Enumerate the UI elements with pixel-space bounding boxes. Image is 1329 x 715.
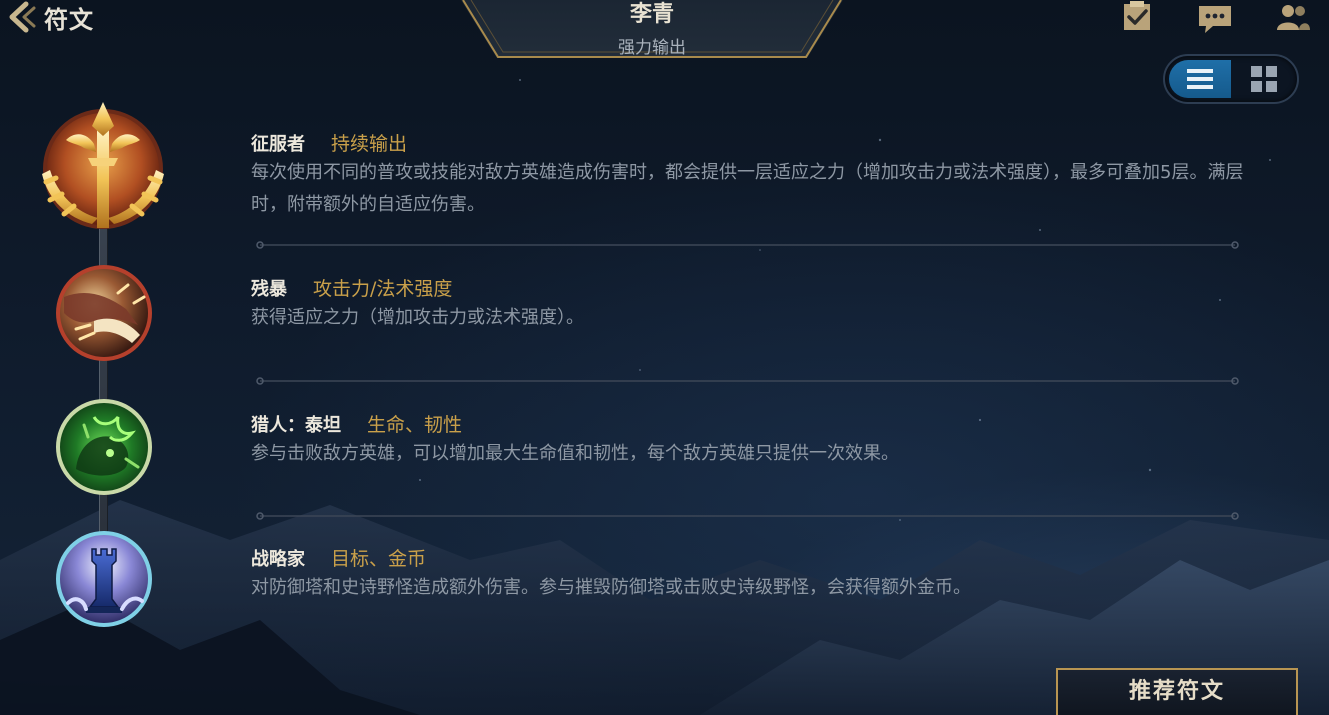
- conqueror-icon[interactable]: [36, 100, 170, 234]
- rune-name: 残暴: [251, 279, 287, 300]
- rune-name: 猎人：泰坦: [251, 415, 341, 436]
- list-view-button[interactable]: [1169, 60, 1231, 98]
- back-button[interactable]: 符文: [4, 0, 94, 34]
- divider: [256, 377, 1239, 385]
- rune-page: 符文 李青 强力输出 征服者 持续输出 每次使用不同的普攻或技能对敌方英雄造成伤…: [0, 0, 1329, 715]
- view-toggle: [1163, 54, 1299, 104]
- rune-description: 每次使用不同的普攻或技能对敌方英雄造成伤害时，都会提供一层适应之力（增加攻击力或…: [251, 162, 1244, 215]
- rune-header: 猎人：泰坦 生命、韧性: [251, 410, 1251, 438]
- hunter-titan-icon[interactable]: [54, 397, 154, 497]
- rune-name: 战略家: [251, 549, 305, 570]
- rune-header: 战略家 目标、金币: [251, 544, 1251, 572]
- chat-icon[interactable]: [1197, 0, 1233, 34]
- rune-description: 对防御塔和史诗野怪造成额外伤害。参与摧毁防御塔或击败史诗级野怪，会获得额外金币。: [251, 577, 971, 598]
- back-label: 符文: [44, 5, 94, 34]
- divider: [256, 241, 1239, 249]
- rune-name: 征服者: [251, 134, 305, 155]
- rune-entry-conqueror: 征服者 持续输出 每次使用不同的普攻或技能对敌方英雄造成伤害时，都会提供一层适应…: [251, 129, 1251, 221]
- grid-view-icon: [1251, 66, 1277, 92]
- rune-entry-hunter-titan: 猎人：泰坦 生命、韧性 参与击败敌方英雄，可以增加最大生命值和韧性，每个敌方英雄…: [251, 410, 1251, 470]
- checklist-icon[interactable]: [1119, 0, 1155, 34]
- background-landscape: [0, 79, 1329, 715]
- top-toolbar: [1119, 0, 1311, 34]
- rune-tag: 生命、韧性: [367, 414, 463, 436]
- hero-title-plate: 李青 强力输出: [461, 0, 843, 60]
- build-name: 强力输出: [618, 38, 686, 58]
- chevron-left-icon: [9, 1, 36, 33]
- grid-view-button[interactable]: [1233, 60, 1295, 98]
- hero-name: 李青: [629, 2, 674, 27]
- rune-header: 征服者 持续输出: [251, 129, 1251, 157]
- list-view-icon: [1187, 69, 1213, 89]
- divider: [256, 512, 1239, 520]
- rune-tag: 目标、金币: [331, 548, 427, 570]
- rune-tag: 持续输出: [331, 133, 408, 155]
- recommend-runes-button[interactable]: 推荐符文: [1056, 668, 1298, 715]
- rune-entry-brutal: 残暴 攻击力/法术强度 获得适应之力（增加攻击力或法术强度）。: [251, 274, 1251, 334]
- rune-header: 残暴 攻击力/法术强度: [251, 274, 1251, 302]
- rune-description: 参与击败敌方英雄，可以增加最大生命值和韧性，每个敌方英雄只提供一次效果。: [251, 443, 899, 464]
- brutal-icon[interactable]: [54, 263, 154, 363]
- rune-entry-strategist: 战略家 目标、金币 对防御塔和史诗野怪造成额外伤害。参与摧毁防御塔或击败史诗级野…: [251, 544, 1251, 604]
- rune-description: 获得适应之力（增加攻击力或法术强度）。: [251, 307, 584, 328]
- strategist-icon[interactable]: [54, 529, 154, 629]
- rune-path-rail: [99, 200, 108, 550]
- recommend-runes-label: 推荐符文: [1128, 679, 1225, 704]
- rune-tag: 攻击力/法术强度: [313, 278, 453, 300]
- friends-icon[interactable]: [1275, 0, 1311, 34]
